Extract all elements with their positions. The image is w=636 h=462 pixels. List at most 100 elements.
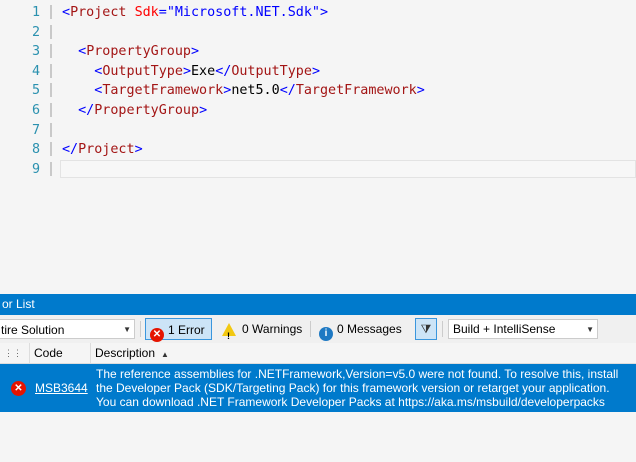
warnings-filter-button[interactable]: 0 Warnings [218,318,306,347]
panel-title: or List [2,297,35,311]
code-text: </Project> [62,140,143,160]
column-code-label: Code [34,346,63,360]
code-token: Project [70,5,127,20]
gutter-marker [50,103,52,117]
messages-label: 0 Messages [337,322,402,336]
code-text: <OutputType>Exe</OutputType> [62,62,320,82]
current-line-highlight [60,159,636,178]
code-text: <TargetFramework>net5.0</TargetFramework… [62,81,425,101]
gutter-marker [50,161,52,176]
toolbar-separator [140,321,141,337]
code-token: </ [62,142,79,158]
table-row[interactable]: ✕ MSB3644 The reference assemblies for .… [0,364,636,412]
scope-label: tire Solution [1,323,65,337]
sort-ascending-icon: ▲ [161,350,169,359]
code-token: > [311,63,320,79]
chevron-down-icon: ▼ [586,325,594,334]
code-editor[interactable]: 1 <Project Sdk="Microsoft.NET.Sdk"> 2 3 <Pr… [0,0,636,294]
code-line[interactable]: 1 <Project Sdk="Microsoft.NET.Sdk"> [0,3,636,23]
column-header-code[interactable]: Code [30,343,91,363]
code-token: OutputType [102,63,183,79]
build-filter-label: Build + IntelliSense [453,322,556,336]
error-icon: ✕ [11,381,26,396]
code-token: PropertyGroup [86,44,191,60]
column-header-description[interactable]: Description ▲ [91,343,636,363]
code-line[interactable]: 4 <OutputType>Exe</OutputType> [0,62,636,82]
code-token: </ [215,63,232,79]
column-description-label: Description [95,346,156,360]
panel-title-bar[interactable]: or List [0,294,636,315]
code-token: "Microsoft.NET.Sdk" [166,5,320,20]
grip-icon: ⋮⋮ [4,348,22,358]
gutter-marker [50,63,52,78]
warnings-label: 0 Warnings [242,322,303,336]
code-text: <Project Sdk="Microsoft.NET.Sdk"> [62,3,328,23]
code-token: net5.0 [231,83,280,99]
code-token: Exe [191,63,216,79]
column-header-icon[interactable]: ⋮⋮ [0,343,30,363]
code-token: < [78,44,87,60]
code-token: </ [279,83,296,99]
warning-icon [222,323,236,347]
code-token: </ [78,103,95,118]
filter-toggle-button[interactable]: ⧩ [415,318,437,340]
code-line[interactable]: 9 [0,159,636,180]
code-text: <PropertyGroup> [62,42,199,62]
filter-icon: ⧩ [420,322,432,336]
line-number: 9 [31,161,40,177]
toolbar-separator [310,321,311,337]
messages-filter-button[interactable]: i 0 Messages [315,318,407,341]
error-list-toolbar: tire Solution ▼ ✕ 1 Error 0 Warnings i 0 M… [0,315,636,347]
code-token: PropertyGroup [94,103,200,118]
code-line[interactable]: 6 </PropertyGroup> [0,101,636,121]
code-token: TargetFramework [102,83,224,99]
line-number: 2 [31,24,40,40]
code-token: > [199,103,208,118]
toolbar-separator [442,321,443,337]
errors-label: 1 Error [168,323,205,337]
code-token: > [134,142,143,158]
code-token: < [62,5,71,20]
errors-filter-button[interactable]: ✕ 1 Error [145,318,212,342]
code-token: OutputType [231,63,312,79]
code-token: > [182,63,191,79]
error-icon: ✕ [150,328,164,342]
code-line[interactable]: 5 <TargetFramework>net5.0</TargetFramewo… [0,81,636,101]
line-number: 4 [31,63,40,79]
line-number: 5 [31,83,40,99]
error-code-link[interactable]: MSB3644 [35,381,88,395]
code-token: TargetFramework [295,83,417,99]
code-token: > [191,44,200,60]
code-token: Project [78,142,135,158]
error-list-header: ⋮⋮ Code Description ▲ [0,343,636,364]
gutter-marker [50,44,52,59]
code-token: > [416,83,425,99]
code-token: = [158,5,167,20]
gutter-marker [50,24,52,39]
line-number: 1 [31,5,40,20]
code-token: Sdk [134,5,159,20]
line-number: 7 [31,122,40,138]
code-token: > [320,5,329,20]
error-list-panel: or List tire Solution ▼ ✕ 1 Error 0 Warni… [0,294,636,462]
gutter-marker [50,122,52,137]
gutter-marker [50,5,52,19]
gutter-marker [50,83,52,98]
code-line[interactable]: 7 [0,121,636,141]
gutter-marker [50,142,52,157]
code-line[interactable]: 3 <PropertyGroup> [0,42,636,62]
code-line[interactable]: 2 [0,23,636,43]
chevron-down-icon: ▼ [123,325,131,334]
code-line[interactable]: 8 </Project> [0,140,636,160]
line-number: 8 [31,142,40,158]
line-number: 6 [31,103,40,118]
code-text: </PropertyGroup> [62,101,207,121]
scope-dropdown[interactable]: tire Solution ▼ [0,319,135,339]
build-filter-dropdown[interactable]: Build + IntelliSense ▼ [448,319,598,339]
line-number: 3 [31,44,40,60]
